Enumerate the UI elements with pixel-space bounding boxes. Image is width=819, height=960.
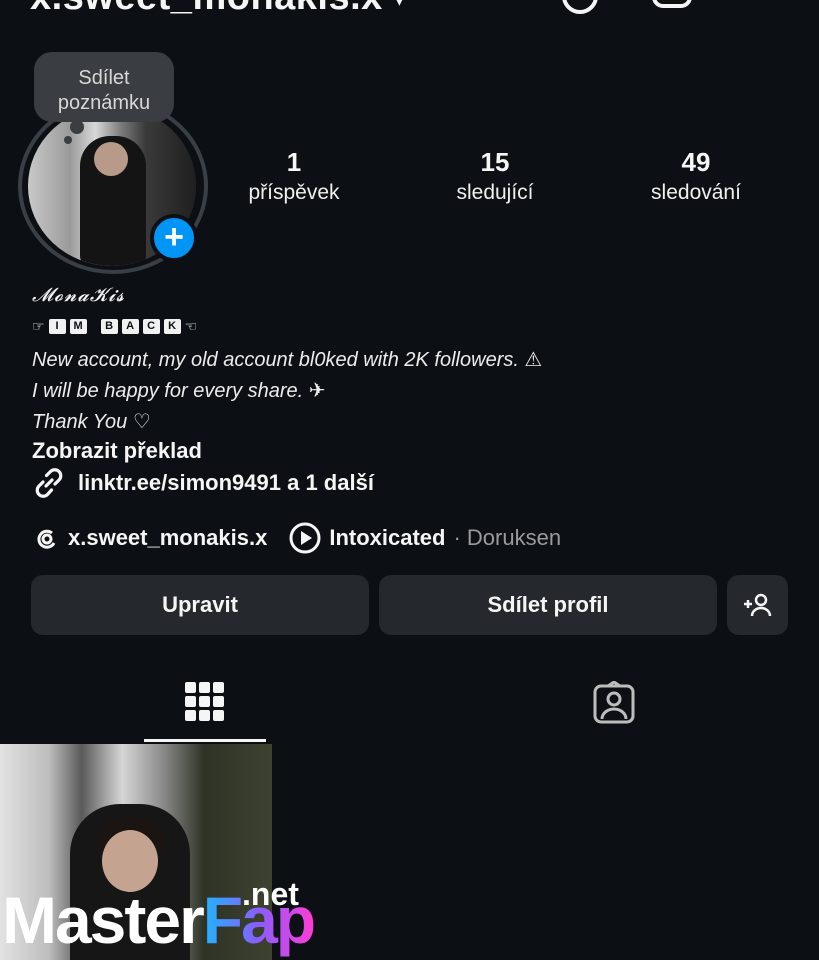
letter-tile: C (142, 319, 160, 334)
link-text: linktr.ee/simon9491 a 1 další (78, 470, 374, 495)
watermark-net: .net (242, 876, 299, 912)
menu-icon[interactable] (744, 0, 784, 18)
bio-line: Thank You ♡ (32, 411, 151, 433)
threads-handle[interactable]: x.sweet_monakis.x (68, 525, 267, 551)
threads-icon[interactable] (32, 524, 60, 552)
share-profile-button[interactable]: Sdílet profil (379, 575, 717, 635)
pointing-right-icon: ☞ (32, 318, 45, 334)
note-bubble-tail (70, 120, 84, 134)
posts-count[interactable]: 1 příspěvek (214, 146, 374, 208)
plus-icon: + (164, 218, 184, 256)
pointing-left-icon: ☜ (184, 318, 198, 334)
bio-im-back-line: ☞ I M B A C K ☜ (32, 318, 197, 335)
note-bubble-tail (64, 136, 72, 144)
display-name: 𝓜𝓸𝓷𝓪𝓚𝓲𝓼 (32, 284, 125, 306)
letter-tile: K (163, 319, 181, 334)
letter-tile: B (100, 319, 118, 334)
discover-people-button[interactable] (727, 575, 788, 635)
add-person-icon (743, 593, 771, 617)
letter-tile: M (69, 319, 87, 334)
add-story-button[interactable]: + (150, 214, 198, 262)
stat-value: 1 (286, 147, 302, 177)
show-translation-link[interactable]: Zobrazit překlad (32, 438, 202, 464)
stat-label: sledování (651, 181, 741, 204)
stat-label: sledující (456, 181, 534, 204)
play-icon[interactable] (289, 522, 321, 554)
active-tab-indicator (144, 739, 266, 742)
followers-count[interactable]: 15 sledující (415, 146, 575, 208)
watermark-master: Master (2, 883, 205, 957)
grid-icon[interactable] (185, 682, 225, 722)
edit-profile-button[interactable]: Upravit (31, 575, 369, 635)
bio-line: New account, my old account bl0ked with … (32, 349, 543, 371)
letter-tile: I (48, 319, 66, 334)
stat-value: 15 (480, 147, 510, 177)
link-icon (35, 468, 63, 498)
threads-music-row: x.sweet_monakis.x Intoxicated · Doruksen (32, 522, 561, 554)
profile-username-title[interactable]: x.sweet_monakis.x ▾ (30, 0, 405, 19)
threads-logo-icon[interactable] (560, 0, 600, 18)
letter-tile: A (121, 319, 139, 334)
following-count[interactable]: 49 sledování (616, 146, 776, 208)
username-text: x.sweet_monakis.x (30, 0, 383, 18)
stat-value: 49 (681, 147, 711, 177)
music-artist: · Doruksen (453, 525, 562, 550)
chevron-down-icon: ▾ (394, 0, 406, 11)
bio-link[interactable]: linktr.ee/simon9491 a 1 další (32, 466, 374, 500)
bio-line: I will be happy for every share. ✈ (32, 380, 326, 402)
tagged-icon[interactable] (592, 681, 636, 725)
music-title[interactable]: Intoxicated (329, 525, 445, 551)
add-post-icon[interactable] (652, 0, 692, 18)
share-note-bubble[interactable]: Sdílet poznámku (34, 52, 174, 122)
stat-label: příspěvek (248, 181, 340, 204)
